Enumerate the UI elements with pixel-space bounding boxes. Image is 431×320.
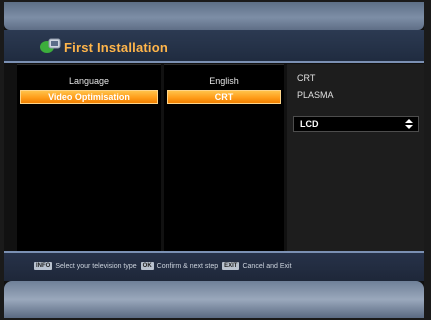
bottom-decor-bar (4, 281, 424, 318)
value-language[interactable]: English (164, 75, 284, 87)
value-video-optimisation[interactable]: CRT (167, 90, 281, 104)
options-panel: CRT PLASMA LCD (287, 64, 424, 251)
page-title: First Installation (64, 40, 169, 55)
info-key: INFO (34, 262, 53, 270)
up-down-arrows-icon (405, 119, 413, 129)
option-plasma[interactable]: PLASMA (297, 90, 334, 100)
option-crt[interactable]: CRT (297, 73, 315, 83)
help-line: INFO Select your television type OK Conf… (34, 260, 292, 272)
setup-wizard-icon (40, 38, 61, 53)
exit-help-text: Cancel and Exit (242, 262, 292, 270)
info-help-text: Select your television type (55, 262, 137, 270)
value-list: English CRT (164, 64, 284, 252)
ok-help-text: Confirm & next step (156, 262, 219, 270)
exit-key: EXIT (222, 262, 240, 270)
settings-list: Language Video Optimisation (17, 64, 161, 252)
menu-item-video-optimisation[interactable]: Video Optimisation (20, 90, 158, 104)
tv-screen: First Installation Language Video Optimi… (4, 2, 424, 318)
ok-key: OK (140, 262, 154, 270)
top-decor-bar (4, 2, 424, 30)
menu-item-language[interactable]: Language (17, 75, 161, 87)
tv-type-selector[interactable]: LCD (293, 116, 419, 132)
header-divider (4, 61, 424, 63)
tv-type-value: LCD (300, 119, 319, 129)
